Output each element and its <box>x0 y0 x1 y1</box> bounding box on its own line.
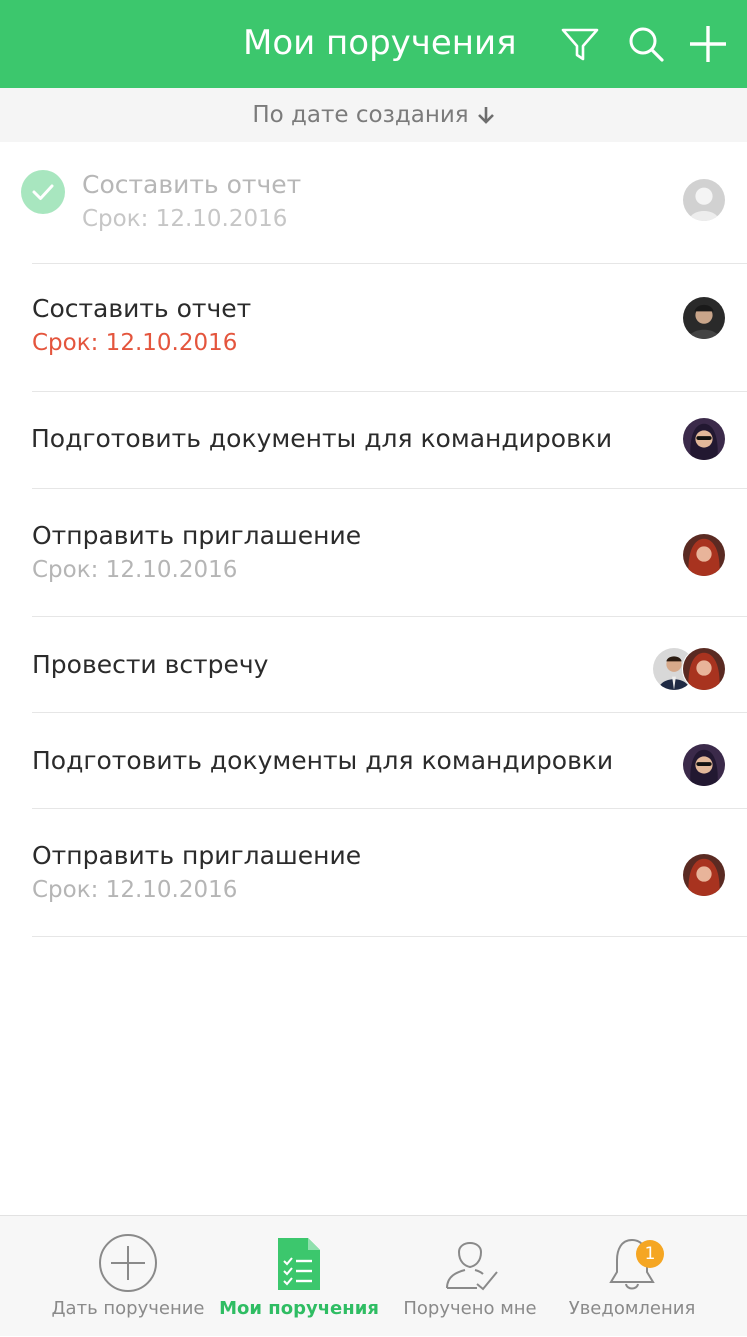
checklist-icon <box>268 1232 330 1294</box>
tab-my-tasks[interactable]: Мои поручения <box>216 1216 382 1337</box>
plus-circle-icon <box>97 1232 159 1294</box>
task-row[interactable]: Подготовить документы для командировки <box>0 392 747 489</box>
assignee-avatar <box>682 853 726 897</box>
notification-badge: 1 <box>636 1240 664 1268</box>
tab-assigned-to-me[interactable]: Поручено мне <box>390 1216 550 1337</box>
task-row[interactable]: Отправить приглашение Срок: 12.10.2016 <box>0 809 747 937</box>
page-title: Мои поручения <box>243 23 517 63</box>
task-row[interactable]: Составить отчет Срок: 12.10.2016 <box>0 264 747 392</box>
task-list: Составить отчет Срок: 12.10.2016 Состави… <box>0 142 747 937</box>
assignee-avatar <box>682 178 726 222</box>
plus-icon <box>690 26 726 62</box>
task-title: Отправить приглашение <box>32 521 362 550</box>
app-header: Мои поручения <box>0 0 747 88</box>
bottom-tab-bar: Дать поручение Мои поручения Поручено мн… <box>0 1215 747 1336</box>
tab-give-task[interactable]: Дать поручение <box>40 1216 216 1337</box>
sort-label: По дате создания <box>252 102 469 128</box>
task-row[interactable]: Провести встречу <box>0 617 747 713</box>
task-due-date: Срок: 12.10.2016 <box>32 877 238 903</box>
search-button[interactable] <box>624 22 668 66</box>
tab-label: Дать поручение <box>51 1298 205 1319</box>
assignee-avatar <box>682 417 726 461</box>
sort-bar: По дате создания <box>0 88 747 142</box>
task-row[interactable]: Отправить приглашение Срок: 12.10.2016 <box>0 489 747 617</box>
task-title: Подготовить документы для командировки <box>31 424 613 453</box>
task-title: Провести встречу <box>32 650 269 679</box>
task-title: Составить отчет <box>82 170 302 199</box>
task-title: Отправить приглашение <box>32 841 362 870</box>
tab-label: Мои поручения <box>219 1298 379 1319</box>
task-row[interactable]: Составить отчет Срок: 12.10.2016 <box>0 142 747 264</box>
tab-notifications[interactable]: 1 Уведомления <box>560 1216 704 1337</box>
assignee-avatar <box>682 647 726 691</box>
completed-check-icon[interactable] <box>21 170 65 214</box>
task-title: Подготовить документы для командировки <box>32 746 614 775</box>
person-check-icon <box>439 1232 501 1294</box>
assignee-avatar <box>682 533 726 577</box>
assignee-avatar <box>682 296 726 340</box>
task-due-date: Срок: 12.10.2016 <box>32 330 238 356</box>
sort-selector[interactable]: По дате создания <box>252 88 494 142</box>
filter-button[interactable] <box>558 22 602 66</box>
filter-icon <box>561 28 599 61</box>
add-task-button[interactable] <box>686 22 730 66</box>
assignee-avatar <box>682 743 726 787</box>
row-divider <box>32 936 747 937</box>
tab-label: Поручено мне <box>403 1298 537 1319</box>
tab-label: Уведомления <box>568 1298 696 1319</box>
task-title: Составить отчет <box>32 294 252 323</box>
task-due-date: Срок: 12.10.2016 <box>32 557 238 583</box>
arrow-down-icon <box>477 107 494 124</box>
task-row[interactable]: Подготовить документы для командировки <box>0 713 747 809</box>
search-icon <box>629 27 664 62</box>
task-due-date: Срок: 12.10.2016 <box>82 206 288 232</box>
